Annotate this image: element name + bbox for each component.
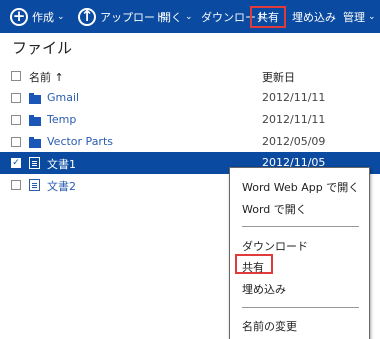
share-button[interactable]: 共有 xyxy=(257,0,279,33)
item-date: 2012/11/11 xyxy=(262,113,326,126)
folder-icon xyxy=(29,93,41,104)
list-item[interactable]: Vector Parts 2012/05/09 xyxy=(0,131,380,153)
create-button[interactable]: + 作成 ⌄ xyxy=(10,0,65,33)
item-name[interactable]: Gmail xyxy=(47,91,79,104)
row-checkbox[interactable] xyxy=(11,115,21,125)
plus-icon: + xyxy=(10,7,28,26)
share-label: 共有 xyxy=(257,10,279,24)
item-date: 2012/05/09 xyxy=(262,135,326,148)
item-name[interactable]: Temp xyxy=(47,113,76,126)
list-item[interactable]: Gmail 2012/11/11 xyxy=(0,87,380,109)
row-checkbox[interactable] xyxy=(11,137,21,147)
upload-label: アップロード xyxy=(100,10,166,24)
row-checkbox[interactable] xyxy=(11,93,21,103)
list-header: 名前 ↑ 更新日 xyxy=(0,68,380,84)
command-bar: + 作成 ⌄ ↑ アップロード 開く ⌄ ダウンロード 共有 埋め込み 管理 ⌄ xyxy=(0,0,380,33)
open-button[interactable]: 開く ⌄ xyxy=(160,0,193,33)
chevron-down-icon: ⌄ xyxy=(368,11,376,22)
upload-icon: ↑ xyxy=(78,7,96,26)
item-name[interactable]: 文書2 xyxy=(47,178,76,194)
menu-divider xyxy=(242,226,359,227)
manage-label: 管理 xyxy=(343,10,365,24)
create-label: 作成 xyxy=(32,10,54,24)
chevron-down-icon: ⌄ xyxy=(185,11,193,22)
word-document-icon xyxy=(29,157,40,169)
folder-icon xyxy=(29,115,41,126)
menu-item-open-web-app[interactable]: Word Web App で開く xyxy=(242,179,359,195)
word-document-icon xyxy=(29,179,40,191)
row-checkbox-checked[interactable]: ✓ xyxy=(11,158,21,168)
menu-item-share[interactable]: 共有 xyxy=(242,259,264,275)
context-menu: Word Web App で開く Word で開く ダウンロード 共有 埋め込み… xyxy=(229,167,370,339)
embed-label: 埋め込み xyxy=(292,10,336,24)
folder-icon xyxy=(29,137,41,148)
item-date: 2012/11/11 xyxy=(262,91,326,104)
chevron-down-icon: ⌄ xyxy=(57,11,65,22)
select-all-checkbox[interactable] xyxy=(11,71,21,81)
item-name[interactable]: 文書1 xyxy=(47,156,76,172)
upload-button[interactable]: ↑ アップロード xyxy=(78,0,166,33)
column-date-header[interactable]: 更新日 xyxy=(262,69,295,85)
item-name[interactable]: Vector Parts xyxy=(47,135,113,148)
embed-button[interactable]: 埋め込み xyxy=(292,0,336,33)
menu-item-embed[interactable]: 埋め込み xyxy=(242,281,286,297)
menu-item-download[interactable]: ダウンロード xyxy=(242,238,308,254)
manage-button[interactable]: 管理 ⌄ xyxy=(343,0,376,33)
row-checkbox[interactable] xyxy=(11,180,21,190)
open-label: 開く xyxy=(160,10,182,24)
menu-item-rename[interactable]: 名前の変更 xyxy=(242,318,297,334)
menu-item-open-word[interactable]: Word で開く xyxy=(242,201,307,217)
column-name-header[interactable]: 名前 ↑ xyxy=(29,69,64,85)
list-item[interactable]: Temp 2012/11/11 xyxy=(0,109,380,131)
page-title: ファイル xyxy=(12,39,73,57)
menu-divider xyxy=(242,307,359,308)
